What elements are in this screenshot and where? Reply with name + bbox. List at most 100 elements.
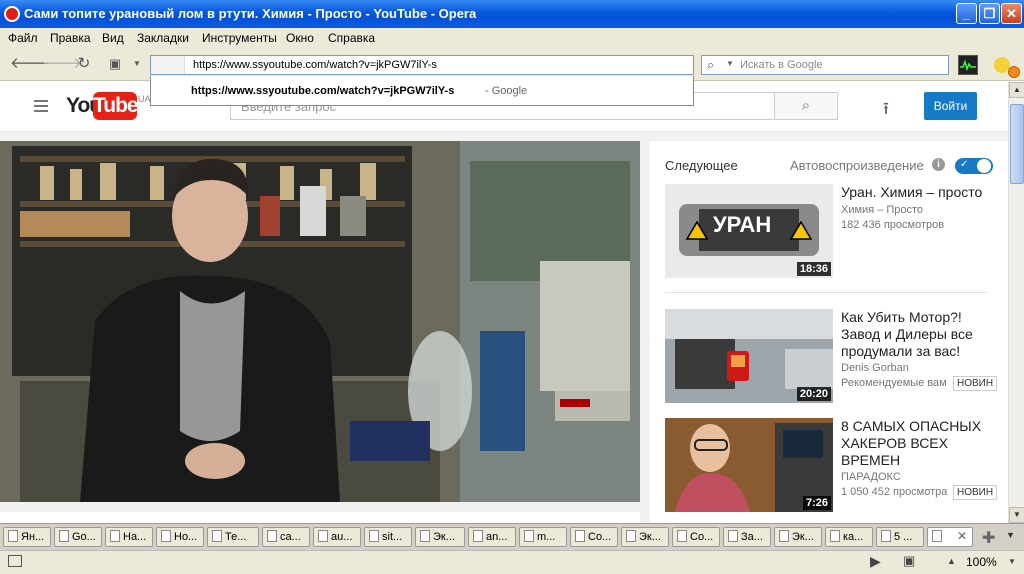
new-tab-icon[interactable]: ✚ [982, 528, 995, 548]
site-info-icon[interactable] [151, 56, 185, 74]
search-input[interactable]: Искать в Google [740, 59, 823, 71]
browser-tab[interactable]: На... [105, 527, 153, 547]
thumbnail-text: УРАН [713, 212, 772, 237]
video-player[interactable] [0, 141, 640, 502]
window-title-bar: Сами топите урановый лом в ртути. Химия … [0, 0, 1024, 28]
youtube-logo-tube[interactable]: Tube [93, 92, 139, 120]
panel-toggle-icon[interactable] [8, 555, 22, 567]
browser-tab[interactable]: Со... [672, 527, 720, 547]
menu-bookmarks[interactable]: Закладки [137, 31, 189, 45]
related-video-views: Рекомендуемые вам [841, 377, 947, 389]
page-icon [212, 530, 222, 542]
youtube-search-button[interactable]: ⌕ [774, 92, 838, 120]
browser-tab[interactable]: Co... [570, 527, 618, 547]
search-box[interactable]: ⌕ ▼ Искать в Google [701, 55, 949, 75]
related-video-thumbnail[interactable]: 7:26 [665, 418, 833, 512]
related-video-thumbnail[interactable]: УРАН 18:36 [665, 184, 833, 278]
info-icon[interactable]: i [932, 158, 945, 171]
activity-monitor-icon[interactable] [958, 55, 978, 75]
toggle-knob [977, 159, 991, 173]
image-icon[interactable]: ▣ [903, 553, 915, 569]
search-engine-dropdown-icon[interactable]: ▼ [726, 59, 734, 68]
related-video-title[interactable]: Как Убить Мотор?! Завод и Дилеры все про… [841, 309, 991, 360]
menu-edit[interactable]: Правка [50, 31, 91, 45]
upload-icon[interactable]: ⭱ [877, 96, 895, 118]
page-icon [59, 530, 69, 542]
related-video-views: 1 050 452 просмотра [841, 486, 948, 498]
page-icon [524, 530, 534, 542]
scroll-up-icon[interactable]: ▲ [1009, 82, 1024, 98]
related-video-channel[interactable]: Denis Gorban [841, 362, 909, 374]
page-icon [161, 530, 171, 542]
forward-icon[interactable]: 🡒 [42, 55, 82, 73]
page-icon [8, 530, 18, 542]
video-duration: 18:36 [796, 262, 831, 276]
related-video-thumbnail[interactable]: 20:20 [665, 309, 833, 403]
page-icon [473, 530, 483, 542]
chevron-down-icon[interactable]: ▼ [128, 55, 146, 73]
minimize-button[interactable]: _ [956, 3, 977, 24]
browser-tab[interactable]: 5 ... [876, 527, 924, 547]
url-suggestion-dropdown[interactable]: https://www.ssyoutube.com/watch?v=jkPGW7… [150, 76, 694, 106]
grid-icon [626, 530, 636, 542]
browser-tab[interactable]: an... [468, 527, 516, 547]
notification-badge-icon[interactable] [1008, 66, 1020, 78]
region-label: UA [138, 94, 151, 104]
browser-tab[interactable]: au... [313, 527, 361, 547]
menu-file[interactable]: Файл [8, 31, 38, 45]
close-button[interactable]: ✕ [1001, 3, 1022, 24]
search-icon: ⌕ [707, 57, 715, 72]
menu-view[interactable]: Вид [102, 31, 124, 45]
menu-tools[interactable]: Инструменты [202, 31, 277, 45]
scroll-down-icon[interactable]: ▼ [1009, 507, 1024, 523]
grid-icon [779, 530, 789, 542]
window-title: Сами топите урановый лом в ртути. Химия … [24, 6, 477, 21]
browser-tab[interactable]: Ян... [3, 527, 51, 547]
menu-help[interactable]: Справка [328, 31, 375, 45]
vertical-scrollbar[interactable]: ▲ ▼ [1008, 82, 1024, 523]
address-bar[interactable]: https://www.ssyoutube.com/watch?v=jkPGW7… [150, 55, 694, 75]
page-icon [318, 530, 328, 542]
autoplay-label: Автовоспроизведение [790, 158, 924, 173]
menu-hamburger-icon[interactable] [34, 100, 48, 112]
close-tab-icon[interactable]: ✕ [957, 529, 967, 543]
page-icon [932, 530, 942, 542]
suggestion-source: - Google [485, 85, 528, 97]
browser-tab[interactable]: sit... [364, 527, 412, 547]
zoom-dropdown-icon[interactable]: ▼ [1008, 557, 1016, 566]
related-video-channel[interactable]: ПАРАДОКС [841, 471, 901, 483]
related-video-title[interactable]: Уран. Химия – просто [841, 184, 991, 201]
suggestion-url[interactable]: https://www.ssyoutube.com/watch?v=jkPGW7… [191, 85, 454, 97]
menu-window[interactable]: Окно [286, 31, 314, 45]
camera-icon[interactable]: ▶ [870, 553, 881, 570]
browser-tab[interactable]: ка... [825, 527, 873, 547]
browser-tab[interactable]: Эк... [415, 527, 465, 547]
back-icon[interactable]: 🡐 [10, 55, 50, 73]
browser-tab[interactable]: Эк... [621, 527, 669, 547]
page-icon [575, 530, 585, 542]
page-icon [677, 530, 687, 542]
page-icon [110, 530, 120, 542]
browser-tab[interactable]: Те... [207, 527, 259, 547]
signin-button[interactable]: Войти [924, 92, 977, 120]
browser-tab[interactable]: Эк... [774, 527, 822, 547]
page-icon [830, 530, 840, 542]
browser-tab[interactable]: За... [723, 527, 771, 547]
scrollbar-thumb[interactable] [1010, 104, 1024, 184]
autoplay-toggle[interactable]: ✓ [955, 158, 993, 174]
grid-icon [420, 530, 430, 542]
browser-tab[interactable]: Go... [54, 527, 102, 547]
tab-scroll-icon[interactable]: ▼ [1006, 530, 1015, 540]
maximize-button[interactable]: ❐ [979, 3, 1000, 24]
browser-tab[interactable]: са... [262, 527, 310, 547]
related-video-channel[interactable]: Химия – Просто [841, 204, 923, 216]
related-video-views: 182 436 просмотров [841, 219, 945, 231]
image-toggle-icon[interactable]: ▣ [106, 55, 124, 73]
browser-tab[interactable]: Но... [156, 527, 204, 547]
related-video-title[interactable]: 8 САМЫХ ОПАСНЫХ ХАКЕРОВ ВСЕХ ВРЕМЕН [841, 418, 991, 469]
zoom-slider-icon[interactable]: ▲ [947, 556, 956, 566]
address-input[interactable]: https://www.ssyoutube.com/watch?v=jkPGW7… [193, 59, 437, 71]
browser-tab[interactable]: m... [519, 527, 567, 547]
reload-icon[interactable]: ↻ [75, 55, 93, 73]
zoom-level[interactable]: 100% [966, 555, 997, 569]
